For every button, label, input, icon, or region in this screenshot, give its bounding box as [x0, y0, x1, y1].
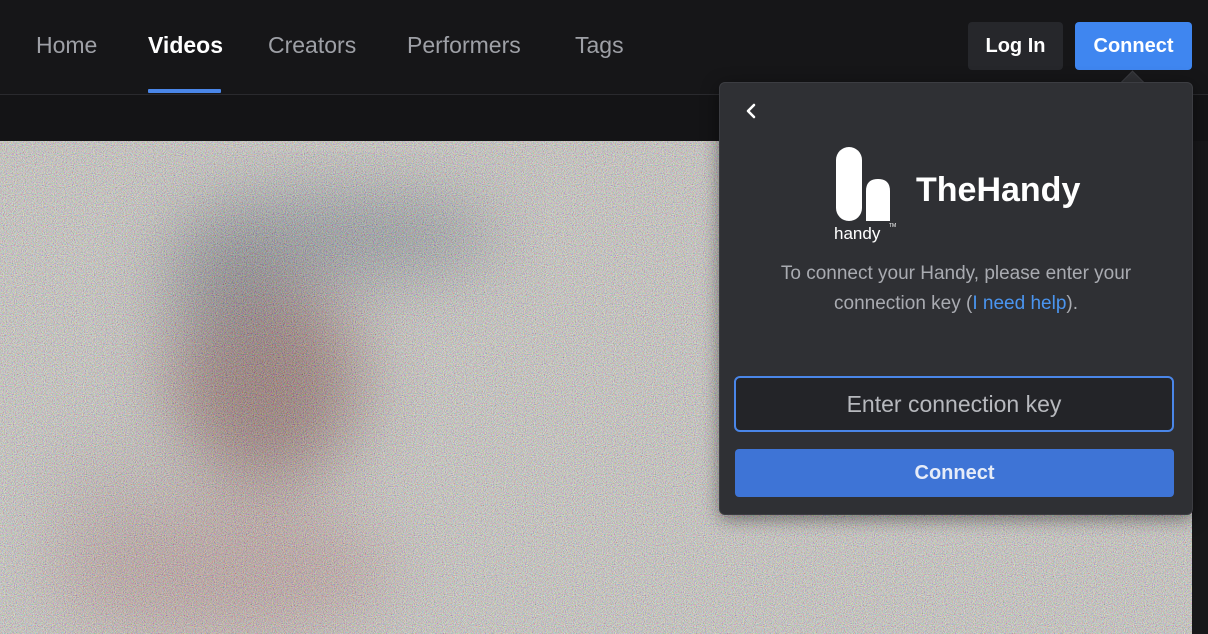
help-link[interactable]: I need help	[972, 293, 1066, 314]
nav-videos[interactable]: Videos	[148, 30, 223, 60]
top-navigation: Home Videos Creators Performers Tags Log…	[0, 0, 1208, 95]
connect-device-button[interactable]: Connect	[1075, 22, 1192, 70]
nav-tags[interactable]: Tags	[575, 30, 624, 60]
connect-instructions: To connect your Handy, please enter your…	[744, 259, 1168, 319]
instruction-end: ).	[1066, 293, 1078, 314]
brand-name: TheHandy	[916, 171, 1081, 209]
page-scrollbar[interactable]	[1192, 141, 1208, 634]
app-page: Home Videos Creators Performers Tags Log…	[0, 0, 1208, 634]
logo-trademark: TM	[889, 223, 896, 229]
active-tab-indicator	[148, 89, 221, 93]
connection-key-input[interactable]	[734, 376, 1174, 432]
logo-wordmark: handy	[834, 224, 881, 243]
nav-home[interactable]: Home	[36, 30, 97, 60]
nav-creators[interactable]: Creators	[268, 30, 356, 60]
login-button[interactable]: Log In	[968, 22, 1063, 70]
instruction-text: To connect your Handy, please enter your…	[780, 263, 1132, 314]
connect-submit-button[interactable]: Connect	[735, 449, 1174, 497]
connect-popover: handy TM TheHandy To connect your Handy,…	[719, 82, 1193, 515]
nav-performers[interactable]: Performers	[407, 30, 521, 60]
handy-logo-icon: handy TM	[834, 147, 896, 243]
chevron-left-icon[interactable]	[740, 99, 764, 123]
